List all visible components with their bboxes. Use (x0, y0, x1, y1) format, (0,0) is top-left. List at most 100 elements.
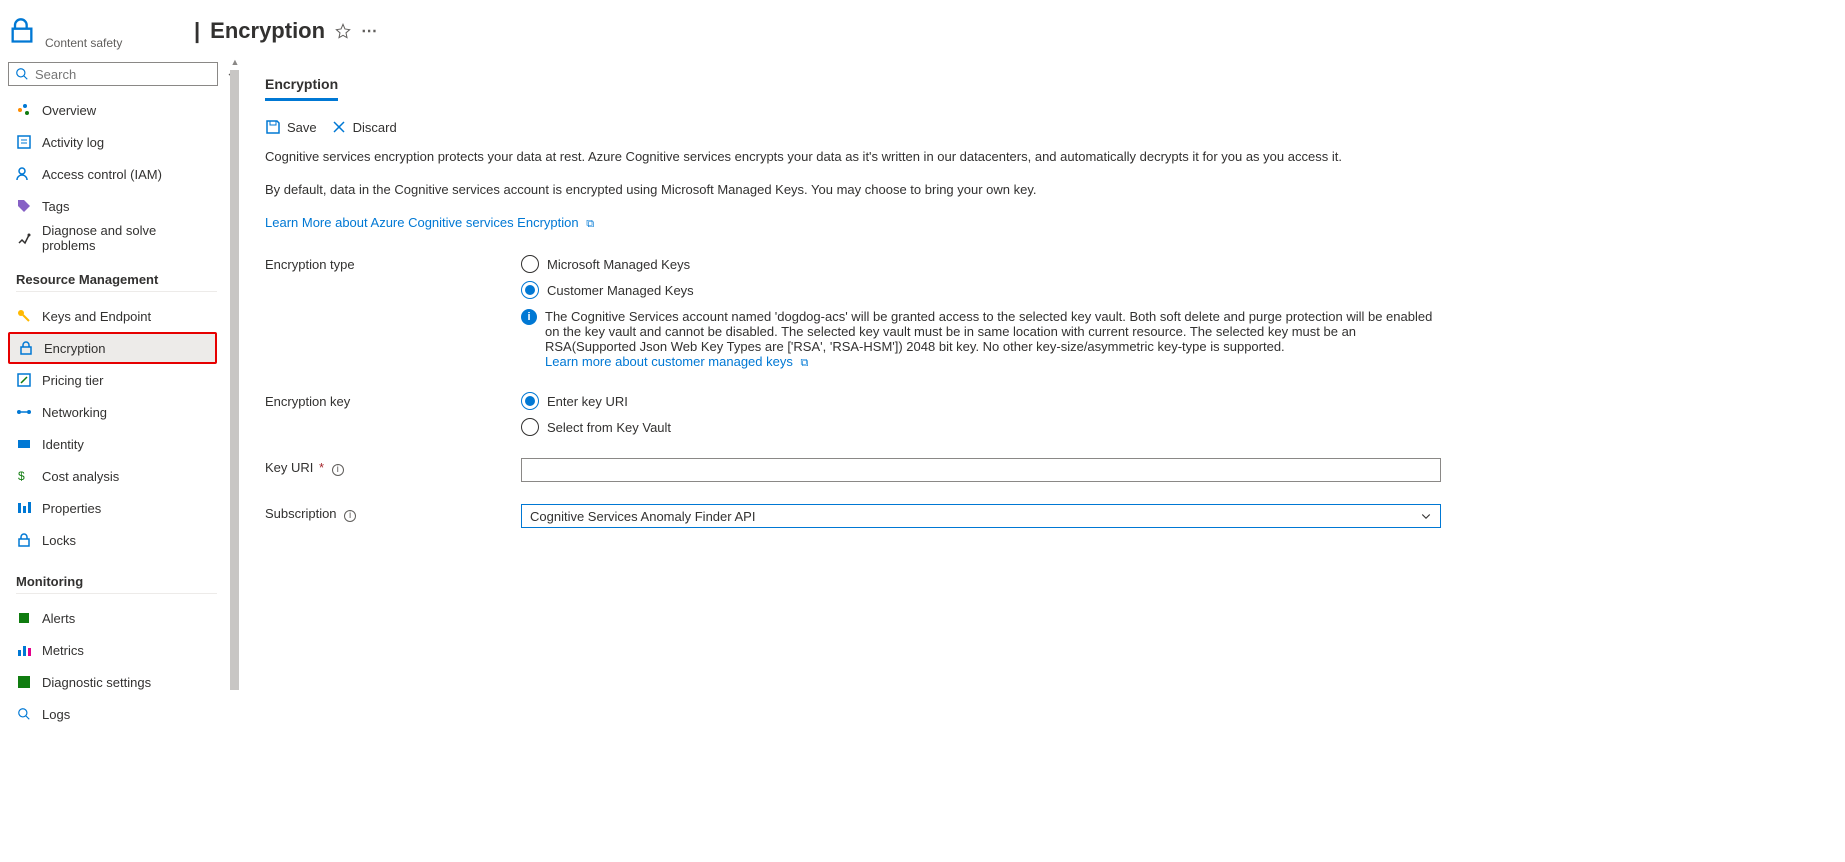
discard-icon (331, 119, 347, 135)
logs-icon (16, 706, 32, 722)
save-icon (265, 119, 281, 135)
subscription-select[interactable]: Cognitive Services Anomaly Finder API (521, 504, 1441, 528)
info-icon[interactable]: i (332, 464, 344, 476)
description-line-2: By default, data in the Cognitive servic… (265, 182, 1465, 197)
sidebar-item-keys-endpoint[interactable]: Keys and Endpoint (8, 300, 217, 332)
nav-top: Overview Activity log Access control (IA… (8, 94, 217, 254)
more-actions-icon[interactable]: ⋯ (361, 21, 377, 41)
lock-icon (8, 17, 36, 45)
radio-microsoft-managed[interactable]: Microsoft Managed Keys (521, 255, 1441, 273)
save-label: Save (287, 120, 317, 135)
chevron-down-icon (1420, 510, 1432, 522)
discard-button[interactable]: Discard (331, 119, 397, 135)
key-icon (16, 308, 32, 324)
subscription-label: Subscription i (265, 504, 521, 522)
encryption-form: Encryption type Microsoft Managed Keys C… (265, 255, 1835, 528)
learn-more-link[interactable]: Learn More about Azure Cognitive service… (265, 215, 594, 230)
encryption-icon (18, 340, 34, 356)
sidebar-item-diagnostic-settings[interactable]: Diagnostic settings (8, 666, 217, 698)
radio-icon (521, 392, 539, 410)
description-line-1: Cognitive services encryption protects y… (265, 149, 1465, 164)
required-asterisk: * (319, 460, 324, 475)
sidebar-item-activity-log[interactable]: Activity log (8, 126, 217, 158)
info-icon[interactable]: i (344, 510, 356, 522)
toolbar: Save Discard (265, 119, 1835, 135)
radio-label: Customer Managed Keys (547, 283, 694, 298)
access-control-icon (16, 166, 32, 182)
sidebar-item-properties[interactable]: Properties (8, 492, 217, 524)
nav-label: Cost analysis (42, 469, 119, 484)
cmk-info-text: The Cognitive Services account named 'do… (545, 309, 1432, 354)
radio-select-key-vault[interactable]: Select from Key Vault (521, 418, 1441, 436)
sidebar-item-encryption[interactable]: Encryption (8, 332, 217, 364)
nav-section-monitoring: Monitoring (16, 574, 217, 594)
nav-label: Properties (42, 501, 101, 516)
cmk-info-panel: i The Cognitive Services account named '… (521, 309, 1441, 370)
sidebar-search-input[interactable] (35, 67, 211, 82)
nav-label: Encryption (44, 341, 105, 356)
sidebar: ≪ Overview Activity log Access control (… (0, 56, 225, 862)
sidebar-item-pricing-tier[interactable]: Pricing tier (8, 364, 217, 396)
sidebar-item-metrics[interactable]: Metrics (8, 634, 217, 666)
row-key-uri: Key URI * i (265, 458, 1835, 482)
subscription-value: Cognitive Services Anomaly Finder API (530, 509, 755, 524)
svg-text:$: $ (18, 469, 25, 483)
metrics-icon (16, 642, 32, 658)
nav-label: Networking (42, 405, 107, 420)
sidebar-item-overview[interactable]: Overview (8, 94, 217, 126)
nav-label: Metrics (42, 643, 84, 658)
radio-icon (521, 281, 539, 299)
scroll-thumb[interactable] (230, 70, 239, 690)
sidebar-item-access-control[interactable]: Access control (IAM) (8, 158, 217, 190)
nav-label: Tags (42, 199, 69, 214)
row-subscription: Subscription i Cognitive Services Anomal… (265, 504, 1835, 528)
row-encryption-type: Encryption type Microsoft Managed Keys C… (265, 255, 1835, 370)
cost-icon: $ (16, 468, 32, 484)
nav-label: Access control (IAM) (42, 167, 162, 182)
radio-customer-managed[interactable]: Customer Managed Keys (521, 281, 1441, 299)
key-uri-label-text: Key URI (265, 460, 313, 475)
sidebar-item-identity[interactable]: Identity (8, 428, 217, 460)
cmk-learn-more-link[interactable]: Learn more about customer managed keys ⧉ (545, 354, 808, 369)
favorite-star-icon[interactable] (335, 23, 351, 39)
info-icon: i (521, 309, 537, 325)
nav-label: Pricing tier (42, 373, 103, 388)
diagnose-icon (16, 230, 32, 246)
title-separator: | (194, 18, 200, 44)
properties-icon (16, 500, 32, 516)
sidebar-item-cost-analysis[interactable]: $ Cost analysis (8, 460, 217, 492)
key-uri-label: Key URI * i (265, 458, 521, 476)
tab-row: Encryption (265, 76, 1835, 101)
nav-label: Diagnose and solve problems (42, 223, 209, 253)
tab-encryption[interactable]: Encryption (265, 76, 338, 101)
radio-label: Select from Key Vault (547, 420, 671, 435)
overview-icon (16, 102, 32, 118)
sidebar-item-logs[interactable]: Logs (8, 698, 217, 730)
sidebar-item-tags[interactable]: Tags (8, 190, 217, 222)
save-button[interactable]: Save (265, 119, 317, 135)
sidebar-item-alerts[interactable]: Alerts (8, 602, 217, 634)
networking-icon (16, 404, 32, 420)
nav-section-resource-management: Resource Management (16, 272, 217, 292)
sidebar-item-locks[interactable]: Locks (8, 524, 217, 556)
external-link-icon: ⧉ (800, 357, 808, 369)
subscription-label-text: Subscription (265, 506, 337, 521)
radio-enter-key-uri[interactable]: Enter key URI (521, 392, 1441, 410)
diagnostic-settings-icon (16, 674, 32, 690)
sidebar-item-networking[interactable]: Networking (8, 396, 217, 428)
nav-label: Diagnostic settings (42, 675, 151, 690)
external-link-icon: ⧉ (586, 218, 594, 230)
encryption-key-label: Encryption key (265, 392, 521, 409)
radio-icon (521, 418, 539, 436)
sidebar-search[interactable] (8, 62, 218, 86)
discard-label: Discard (353, 120, 397, 135)
sidebar-scrollbar[interactable]: ▲ (229, 56, 241, 862)
page-title: Encryption (210, 18, 325, 44)
nav-label: Logs (42, 707, 70, 722)
key-uri-input[interactable] (521, 458, 1441, 482)
scroll-up-arrow-icon[interactable]: ▲ (229, 56, 241, 68)
encryption-type-radio-group: Microsoft Managed Keys Customer Managed … (521, 255, 1441, 299)
sidebar-item-diagnose[interactable]: Diagnose and solve problems (8, 222, 217, 254)
radio-label: Microsoft Managed Keys (547, 257, 690, 272)
page-title-row: | Encryption ⋯ (194, 18, 377, 44)
